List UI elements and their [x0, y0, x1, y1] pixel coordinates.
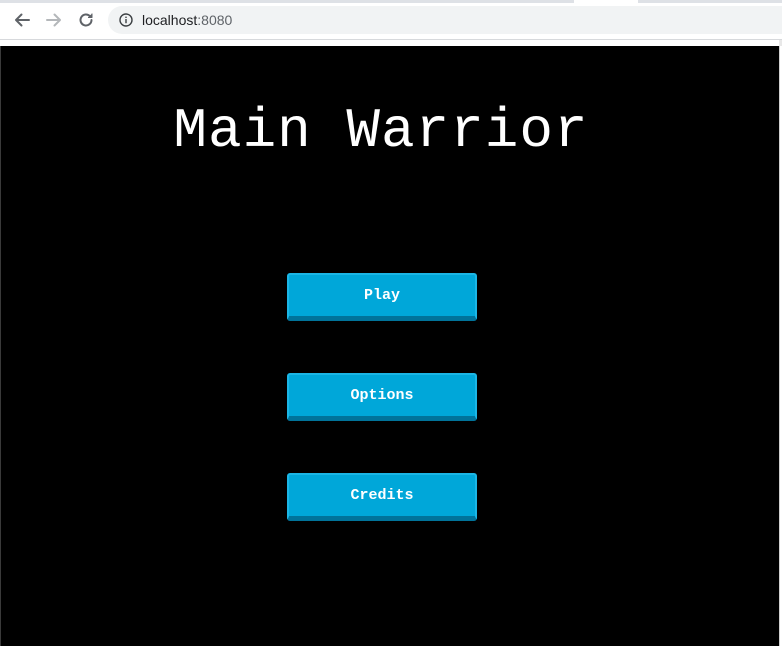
game-title: Main Warrior: [173, 99, 589, 163]
url-port: :8080: [197, 12, 233, 28]
reload-icon: [79, 13, 93, 27]
game-canvas[interactable]: Main Warrior Play Options Credits: [0, 46, 780, 646]
arrow-right-icon: [46, 13, 61, 27]
tab-strip: [0, 0, 782, 3]
credits-button-label: Credits: [350, 487, 414, 504]
options-button-label: Options: [350, 387, 414, 404]
url-host: localhost: [142, 12, 198, 28]
url-text[interactable]: localhost:8080: [142, 12, 232, 28]
play-button-label: Play: [363, 287, 400, 304]
reload-button[interactable]: [74, 8, 98, 32]
play-button[interactable]: Play: [287, 273, 477, 321]
browser-toolbar: localhost:8080: [0, 0, 782, 40]
info-icon[interactable]: [118, 12, 134, 28]
active-tab[interactable]: [574, 0, 638, 3]
options-button[interactable]: Options: [287, 373, 477, 421]
back-button[interactable]: [10, 8, 34, 32]
address-bar[interactable]: localhost:8080: [108, 6, 782, 34]
arrow-left-icon: [15, 13, 30, 27]
forward-button[interactable]: [42, 8, 66, 32]
credits-button[interactable]: Credits: [287, 473, 477, 521]
